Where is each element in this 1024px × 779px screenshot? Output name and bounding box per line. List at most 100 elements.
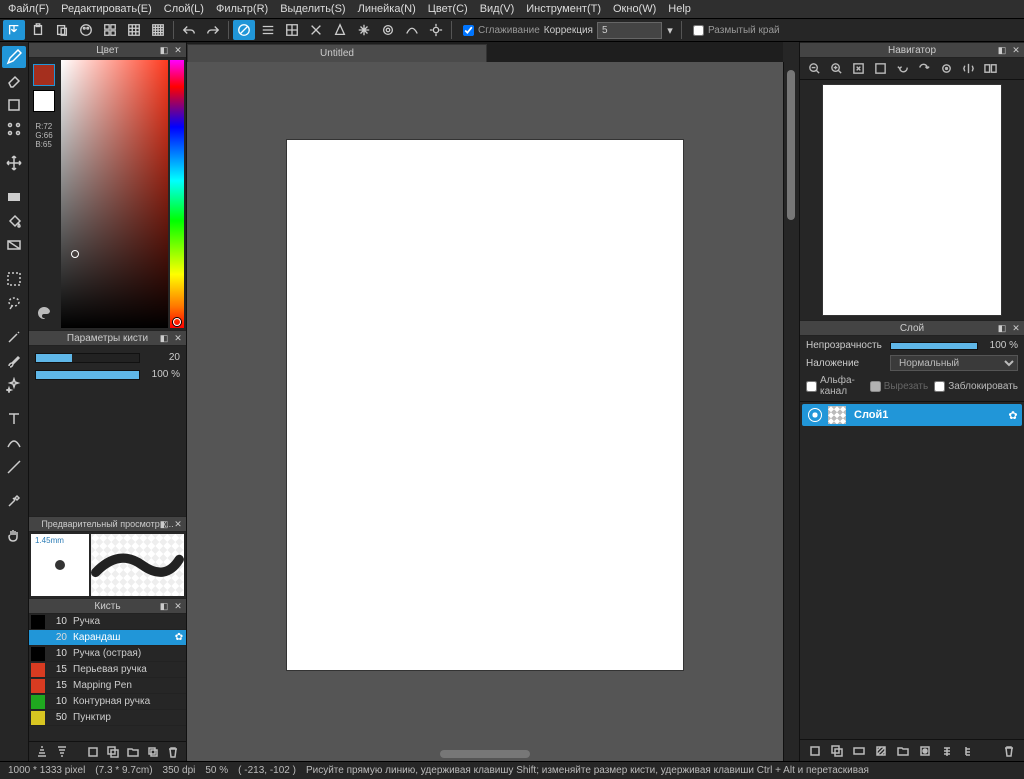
grid-small-icon[interactable] bbox=[147, 20, 169, 40]
menu-edit[interactable]: Редактировать(E) bbox=[61, 3, 152, 15]
layer-trash-icon[interactable] bbox=[1000, 743, 1018, 759]
line-tool[interactable] bbox=[2, 456, 26, 478]
menu-select[interactable]: Выделить(S) bbox=[280, 3, 345, 15]
brush-size-slider[interactable] bbox=[35, 353, 140, 363]
stack-icon[interactable] bbox=[104, 744, 122, 760]
new-layer-icon[interactable] bbox=[806, 743, 824, 759]
layer-list[interactable]: Слой1 ✿ bbox=[800, 402, 1024, 739]
move-tool[interactable] bbox=[2, 152, 26, 174]
menu-window[interactable]: Окно(W) bbox=[613, 3, 656, 15]
marquee-tool[interactable] bbox=[2, 268, 26, 290]
panel-popout-icon[interactable]: ◧ bbox=[158, 599, 170, 613]
grid-3x3-icon[interactable] bbox=[123, 20, 145, 40]
trash-icon[interactable] bbox=[164, 744, 182, 760]
blend-mode-select[interactable]: Нормальный bbox=[890, 355, 1018, 371]
pencil-tool[interactable] bbox=[2, 46, 26, 68]
layer-tree-icon[interactable] bbox=[960, 743, 978, 759]
snap-cross-icon[interactable] bbox=[305, 20, 327, 40]
menu-color[interactable]: Цвет(C) bbox=[428, 3, 468, 15]
menu-help[interactable]: Help bbox=[668, 3, 691, 15]
panel-close-icon[interactable]: ✕ bbox=[172, 599, 184, 613]
brush-row[interactable]: 10 Ручка bbox=[29, 614, 186, 630]
reset-rotation-icon[interactable] bbox=[936, 60, 956, 78]
brush-list[interactable]: 10 Ручка 20 Карандаш ✿ 10 Ручка (острая)… bbox=[29, 614, 186, 741]
eyedropper-tool[interactable] bbox=[2, 490, 26, 512]
canvas[interactable] bbox=[287, 140, 683, 670]
clipboard-icon[interactable] bbox=[27, 20, 49, 40]
panel-close-icon[interactable]: ✕ bbox=[1010, 43, 1022, 57]
hand-tool[interactable] bbox=[2, 524, 26, 546]
panel-popout-icon[interactable]: ◧ bbox=[158, 331, 170, 345]
panel-popout-icon[interactable]: ◧ bbox=[996, 321, 1008, 335]
folder-icon[interactable] bbox=[124, 744, 142, 760]
layer-type-icon[interactable] bbox=[850, 743, 868, 759]
sort-desc-icon[interactable] bbox=[53, 744, 71, 760]
gradient-tool[interactable] bbox=[2, 234, 26, 256]
menu-filter[interactable]: Фильтр(R) bbox=[216, 3, 268, 15]
wand-tool[interactable] bbox=[2, 326, 26, 348]
paste-icon[interactable] bbox=[51, 20, 73, 40]
color-field[interactable] bbox=[61, 60, 168, 328]
foreground-swatch[interactable] bbox=[33, 64, 55, 86]
dots-tool[interactable] bbox=[2, 118, 26, 140]
redo-icon[interactable] bbox=[202, 20, 224, 40]
palette-icon[interactable] bbox=[35, 304, 53, 322]
snap-lines-icon[interactable] bbox=[257, 20, 279, 40]
curve-tool[interactable] bbox=[2, 432, 26, 454]
hue-slider[interactable] bbox=[170, 60, 184, 328]
snap-angle-icon[interactable] bbox=[329, 20, 351, 40]
brush-row[interactable]: 10 Ручка (острая) bbox=[29, 646, 186, 662]
flip-h-icon[interactable] bbox=[958, 60, 978, 78]
layer-gear-icon[interactable]: ✿ bbox=[1004, 409, 1022, 422]
brush-gear-icon[interactable]: ✿ bbox=[172, 632, 186, 643]
menu-tool[interactable]: Инструмент(T) bbox=[526, 3, 601, 15]
snap-radial-icon[interactable] bbox=[353, 20, 375, 40]
lasso-tool[interactable] bbox=[2, 292, 26, 314]
brush-row[interactable]: 15 Перьевая ручка bbox=[29, 662, 186, 678]
clip-check[interactable]: Вырезать bbox=[870, 381, 928, 392]
menu-layer[interactable]: Слой(L) bbox=[164, 3, 204, 15]
panel-close-icon[interactable]: ✕ bbox=[1010, 321, 1022, 335]
fit-icon[interactable] bbox=[848, 60, 868, 78]
palette-icon[interactable] bbox=[75, 20, 97, 40]
snap-curve-icon[interactable] bbox=[401, 20, 423, 40]
dual-view-icon[interactable] bbox=[980, 60, 1000, 78]
snap-grid-icon[interactable] bbox=[281, 20, 303, 40]
new-layer2-icon[interactable] bbox=[828, 743, 846, 759]
rotate-cw-icon[interactable] bbox=[914, 60, 934, 78]
correction-dropdown-icon[interactable]: ▾ bbox=[663, 20, 677, 40]
panel-popout-icon[interactable]: ◧ bbox=[996, 43, 1008, 57]
brush-row[interactable]: 20 Карандаш ✿ bbox=[29, 630, 186, 646]
new-brush-icon[interactable] bbox=[84, 744, 102, 760]
export-icon[interactable] bbox=[3, 20, 25, 40]
actual-icon[interactable] bbox=[870, 60, 890, 78]
panel-close-icon[interactable]: ✕ bbox=[172, 331, 184, 345]
layer-visibility-icon[interactable] bbox=[808, 408, 822, 422]
copy-icon[interactable] bbox=[144, 744, 162, 760]
brush-row[interactable]: 10 Контурная ручка bbox=[29, 694, 186, 710]
brush-row[interactable]: 15 Mapping Pen bbox=[29, 678, 186, 694]
layer-folder-icon[interactable] bbox=[894, 743, 912, 759]
menu-ruler[interactable]: Линейка(N) bbox=[358, 3, 416, 15]
text-tool[interactable] bbox=[2, 408, 26, 430]
rect-select-tool[interactable] bbox=[2, 186, 26, 208]
menu-view[interactable]: Вид(V) bbox=[480, 3, 515, 15]
vertical-scrollbar[interactable] bbox=[783, 62, 797, 761]
sort-asc-icon[interactable] bbox=[33, 744, 51, 760]
layer-merge-icon[interactable] bbox=[938, 743, 956, 759]
menu-file[interactable]: Файл(F) bbox=[8, 3, 49, 15]
brush-row[interactable]: 50 Пунктир bbox=[29, 710, 186, 726]
bucket-tool[interactable] bbox=[2, 210, 26, 232]
brush2-tool[interactable] bbox=[2, 350, 26, 372]
panel-popout-icon[interactable]: ◧ bbox=[158, 43, 170, 57]
layer-hatch-icon[interactable] bbox=[872, 743, 890, 759]
horizontal-scrollbar[interactable] bbox=[187, 747, 783, 761]
grid-2x2-icon[interactable] bbox=[99, 20, 121, 40]
brush-opacity-slider[interactable] bbox=[35, 370, 140, 380]
rotate-ccw-icon[interactable] bbox=[892, 60, 912, 78]
pen-shape-tool[interactable] bbox=[2, 94, 26, 116]
blurred-edge-check[interactable]: Размытый край bbox=[693, 25, 780, 36]
document-tab[interactable]: Untitled bbox=[187, 44, 487, 62]
no-snap-icon[interactable] bbox=[233, 20, 255, 40]
snap-circle-icon[interactable] bbox=[377, 20, 399, 40]
